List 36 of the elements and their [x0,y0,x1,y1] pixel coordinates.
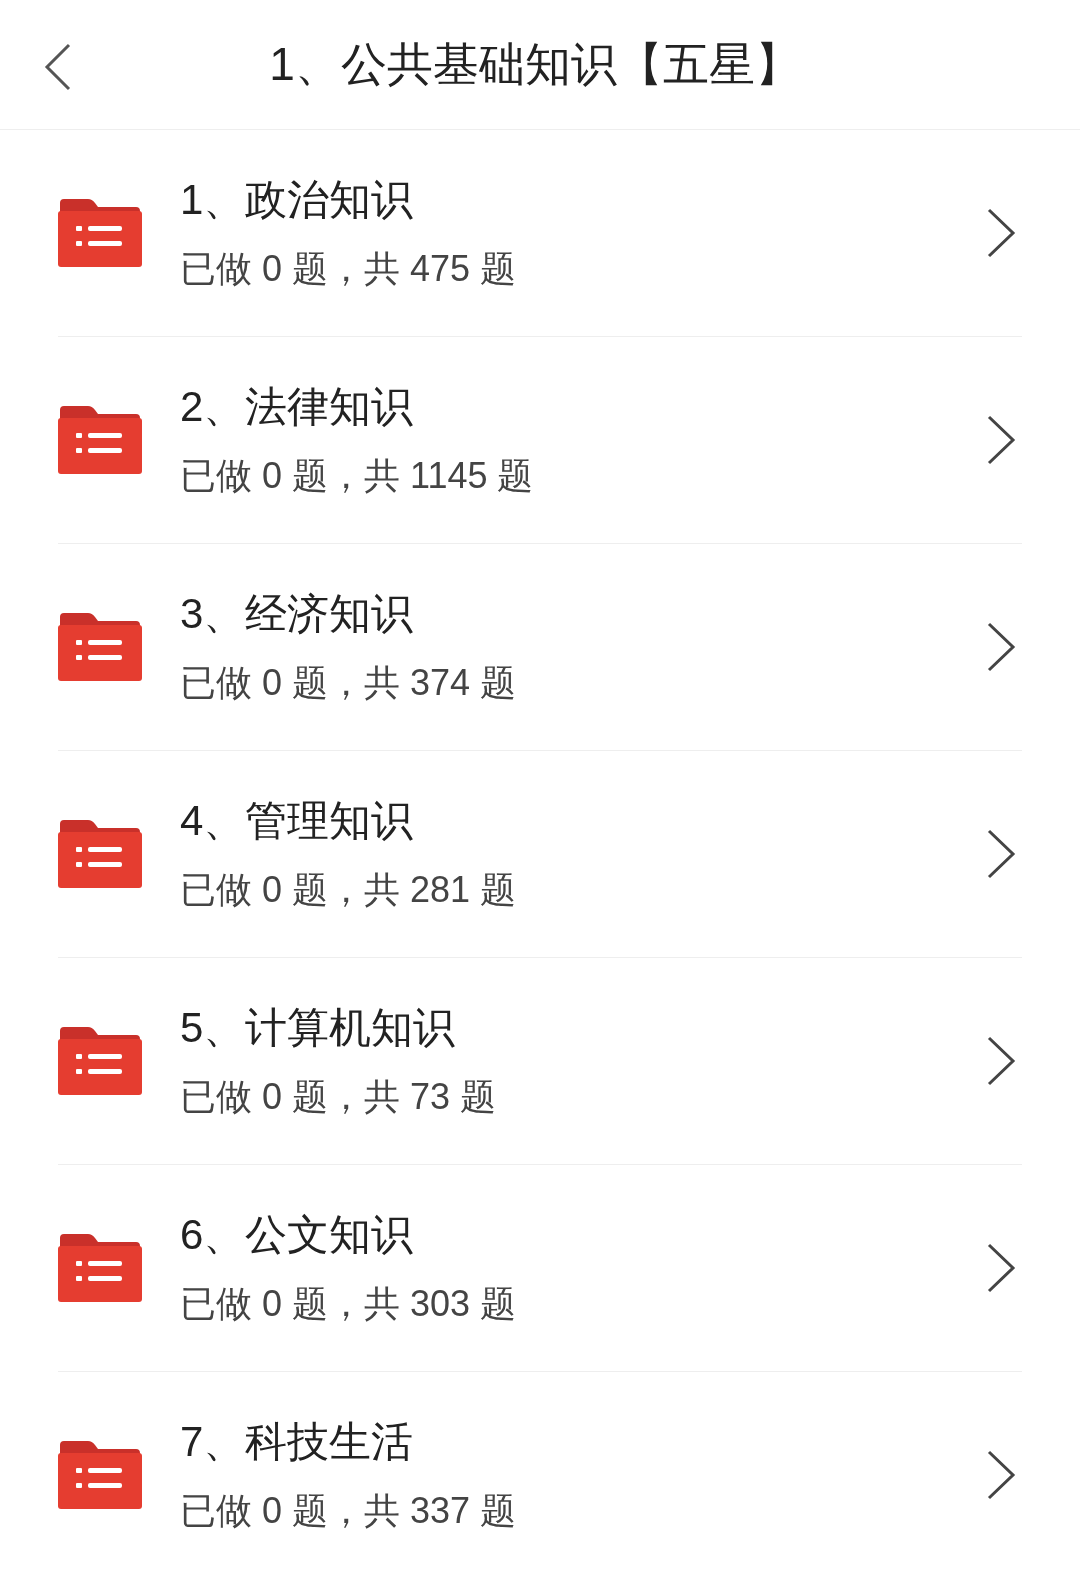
category-item[interactable]: 7、科技生活 已做 0 题，共 337 题 [58,1372,1022,1570]
category-title: 1、政治知识 [180,175,415,225]
category-title: 6、公文知识 [180,1210,415,1260]
progress-text: 已做 0 题，共 337 题 [180,1489,518,1533]
category-item[interactable]: 2、法律知识 已做 0 题，共 1145 题 [58,337,1022,544]
category-title: 4、管理知识 [180,796,415,846]
category-item[interactable]: 4、管理知识 已做 0 题，共 281 题 [58,751,1022,958]
progress-text: 已做 0 题，共 1145 题 [180,454,535,498]
progress-text: 已做 0 题，共 73 题 [180,1075,498,1119]
progress-text: 已做 0 题，共 374 题 [180,661,518,705]
category-item[interactable]: 1、政治知识 已做 0 题，共 475 题 [58,130,1022,337]
page-title: 1、公共基础知识【五星】 [269,37,801,92]
chevron-right-icon [986,1243,1016,1293]
chevron-right-icon [986,415,1016,465]
chevron-right-icon [986,208,1016,258]
folder-list-icon [58,1234,142,1302]
chevron-right-icon [986,622,1016,672]
category-title: 5、计算机知识 [180,1003,457,1053]
folder-list-icon [58,1441,142,1509]
progress-text: 已做 0 题，共 475 题 [180,247,518,291]
folder-list-icon [58,613,142,681]
category-title: 2、法律知识 [180,382,415,432]
chevron-right-icon [986,1036,1016,1086]
chevron-right-icon [986,829,1016,879]
folder-list-icon [58,820,142,888]
category-item[interactable]: 5、计算机知识 已做 0 题，共 73 题 [58,958,1022,1165]
folder-list-icon [58,1027,142,1095]
progress-text: 已做 0 题，共 303 题 [180,1282,518,1326]
folder-list-icon [58,406,142,474]
progress-text: 已做 0 题，共 281 题 [180,868,518,912]
chevron-right-icon [986,1450,1016,1500]
category-title: 7、科技生活 [180,1417,415,1467]
folder-list-icon [58,199,142,267]
category-item[interactable]: 3、经济知识 已做 0 题，共 374 题 [58,544,1022,751]
category-item[interactable]: 6、公文知识 已做 0 题，共 303 题 [58,1165,1022,1372]
category-title: 3、经济知识 [180,589,415,639]
